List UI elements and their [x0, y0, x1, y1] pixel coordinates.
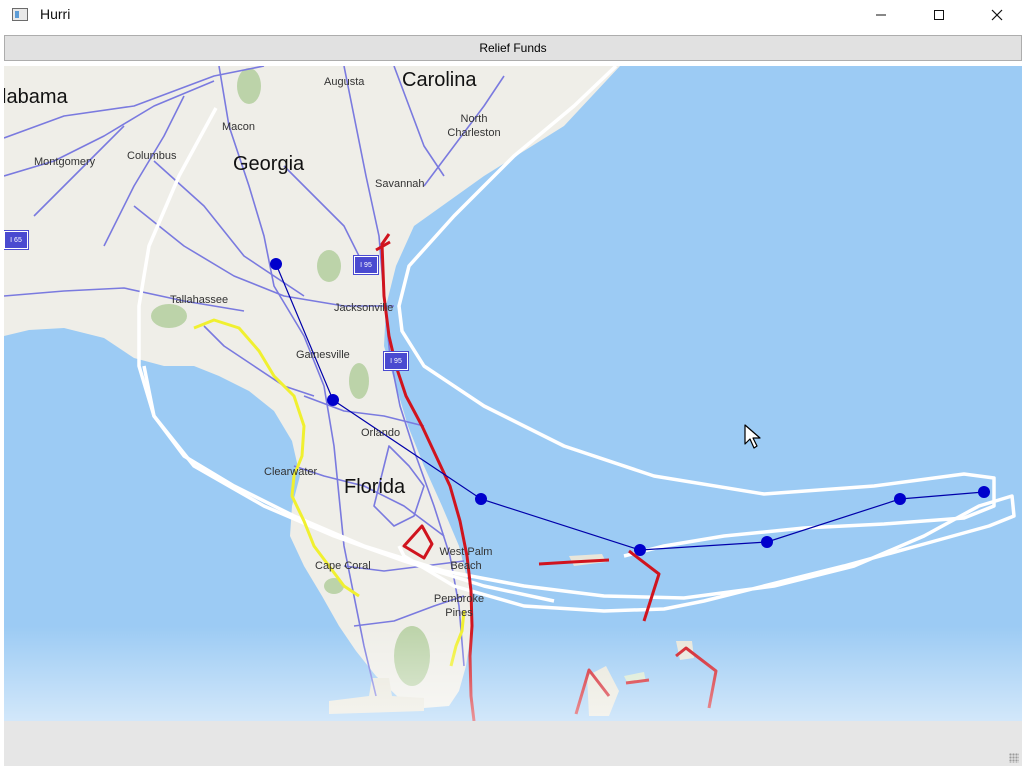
map-fade	[4, 626, 1022, 721]
track-point[interactable]	[634, 544, 646, 556]
label-cape-coral: Cape Coral	[315, 560, 371, 572]
map-canvas	[4, 66, 1022, 721]
label-montgomery: Montgomery	[34, 156, 96, 168]
label-georgia: Georgia	[233, 153, 305, 175]
title-bar: Hurri	[0, 0, 1024, 30]
label-orlando: Orlando	[361, 427, 401, 439]
label-macon: Macon	[222, 121, 256, 133]
label-clearwater: Clearwater	[264, 466, 318, 478]
label-savannah: Savannah	[375, 178, 425, 190]
relief-funds-button[interactable]: Relief Funds	[4, 35, 1022, 61]
window-title: Hurri	[40, 6, 71, 22]
track-point[interactable]	[475, 493, 487, 505]
label-florida: Florida	[344, 476, 406, 498]
label-pembroke-pines: Pembroke Pines	[433, 593, 485, 619]
maximize-icon	[934, 10, 944, 20]
minimize-icon	[876, 14, 886, 16]
label-carolina: Carolina	[402, 69, 477, 91]
label-north-charleston: North Charleston	[447, 113, 501, 139]
close-icon	[991, 9, 1003, 21]
resize-grip-icon[interactable]	[1009, 753, 1019, 763]
label-augusta: Augusta	[324, 76, 365, 88]
hurricane-map[interactable]: labama Carolina Augusta Macon North Char…	[4, 66, 1022, 721]
track-point[interactable]	[978, 486, 990, 498]
close-button[interactable]	[968, 0, 1024, 30]
status-bar	[4, 721, 1022, 766]
label-columbus: Columbus	[127, 150, 177, 162]
label-west-palm-beach: West Palm Beach	[439, 546, 493, 572]
mouse-cursor-icon	[744, 424, 761, 449]
track-point[interactable]	[761, 536, 773, 548]
track-point[interactable]	[327, 394, 339, 406]
minimize-button[interactable]	[852, 0, 910, 30]
interstate-shield-icon: I 95	[384, 352, 408, 370]
label-jacksonville: Jacksonville	[334, 302, 394, 314]
label-gainesville: Gainesville	[296, 349, 350, 361]
track-point[interactable]	[270, 258, 282, 270]
maximize-button[interactable]	[910, 0, 968, 30]
label-tallahassee: Tallahassee	[170, 294, 229, 306]
interstate-shield-icon: I 65	[4, 231, 28, 249]
label-alabama: labama	[4, 86, 68, 108]
interstate-shield-icon: I 95	[354, 256, 378, 274]
track-point[interactable]	[894, 493, 906, 505]
app-icon	[12, 8, 28, 21]
